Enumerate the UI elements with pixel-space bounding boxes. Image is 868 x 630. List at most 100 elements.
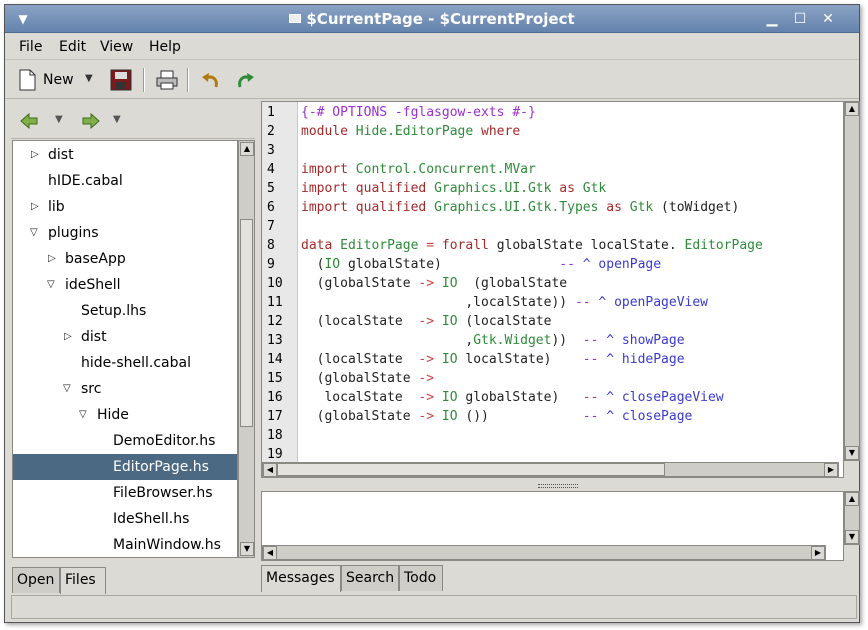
code-line: module Hide.EditorPage where xyxy=(301,124,521,139)
scroll-left-icon[interactable]: ◀ xyxy=(263,463,277,477)
print-button[interactable] xyxy=(155,67,179,93)
expander-expanded-icon[interactable]: ▽ xyxy=(79,402,87,428)
line-number: 8 xyxy=(267,238,275,253)
tree-item-mainwindow[interactable]: MainWindow.hs xyxy=(13,532,237,557)
menu-view[interactable]: View xyxy=(100,39,133,55)
undo-icon xyxy=(202,73,218,88)
code-line: import qualified Graphics.UI.Gtk.Types a… xyxy=(301,200,740,215)
menu-help[interactable]: Help xyxy=(149,39,181,55)
code-line: localState -> IO globalState) -- ^ close… xyxy=(301,390,724,405)
new-button[interactable]: New ▼ xyxy=(15,67,99,93)
tree-item-hide-cabal[interactable]: hIDE.cabal xyxy=(13,168,237,194)
menu-edit[interactable]: Edit xyxy=(59,39,86,55)
window-title: $CurrentPage - $CurrentProject xyxy=(5,10,859,28)
code-line: (localState -> IO localState) -- ^ hideP… xyxy=(301,352,685,367)
maximize-icon[interactable]: ☐ xyxy=(791,10,809,28)
expander-collapsed-icon[interactable]: ▷ xyxy=(31,142,39,168)
line-number: 9 xyxy=(267,257,275,272)
line-number: 11 xyxy=(267,295,283,310)
scroll-left-icon[interactable]: ◀ xyxy=(263,546,277,560)
code-line: data EditorPage = forall globalState loc… xyxy=(301,238,763,253)
tree-item-demoeditor[interactable]: DemoEditor.hs xyxy=(13,428,237,454)
code-line: (IO globalState) -- ^ openPage xyxy=(301,257,662,272)
line-number: 18 xyxy=(267,428,283,443)
tree-item-dist[interactable]: ▷ dist xyxy=(13,142,237,168)
expander-collapsed-icon[interactable]: ▷ xyxy=(31,194,39,220)
tab-messages[interactable]: Messages xyxy=(261,565,341,592)
tree-item-filebrowser[interactable]: FileBrowser.hs xyxy=(13,480,237,506)
line-number: 12 xyxy=(267,314,283,329)
bottom-tabs: Messages Search Todo xyxy=(261,565,561,592)
document-icon xyxy=(289,14,302,23)
tree-item-editorpage[interactable]: EditorPage.hs xyxy=(13,454,237,480)
scroll-down-icon[interactable]: ▼ xyxy=(845,446,859,460)
forward-dropdown-icon[interactable]: ▼ xyxy=(113,114,121,125)
line-number: 14 xyxy=(267,352,283,367)
code-line: import Control.Concurrent.MVar xyxy=(301,162,536,177)
tree-item-src[interactable]: ▽ src xyxy=(13,376,237,402)
pane-resize-handle[interactable] xyxy=(538,484,578,488)
redo-icon xyxy=(238,73,254,88)
scroll-thumb[interactable] xyxy=(240,219,253,427)
editor-horizontal-scrollbar[interactable]: ◀ ▶ xyxy=(262,462,839,477)
redo-button[interactable] xyxy=(233,67,257,93)
new-button-label: New xyxy=(43,72,74,88)
expander-expanded-icon[interactable]: ▽ xyxy=(47,272,55,298)
tree-item-hide-shell-cabal[interactable]: hide-shell.cabal xyxy=(13,350,237,376)
close-icon[interactable]: ✕ xyxy=(819,10,837,28)
line-number: 3 xyxy=(267,143,275,158)
messages-vertical-scrollbar[interactable]: ▲ ▼ xyxy=(844,491,860,545)
tree-item-baseapp[interactable]: ▷ baseApp xyxy=(13,246,237,272)
new-dropdown-arrow-icon[interactable]: ▼ xyxy=(85,73,93,84)
scroll-up-icon[interactable]: ▲ xyxy=(845,102,859,116)
code-line: {-# OPTIONS -fglasgow-exts #-} xyxy=(301,105,536,120)
scroll-up-icon[interactable]: ▲ xyxy=(845,492,859,506)
navigation-bar: ▼ ▼ xyxy=(11,101,255,139)
forward-arrow-icon[interactable] xyxy=(81,112,101,130)
toolbar-separator xyxy=(143,68,145,92)
line-number: 13 xyxy=(267,333,283,348)
tab-open[interactable]: Open xyxy=(12,567,60,593)
expander-collapsed-icon[interactable]: ▷ xyxy=(64,324,72,350)
menu-file[interactable]: File xyxy=(19,39,42,55)
code-line: ,localState)) -- ^ openPageView xyxy=(301,295,708,310)
title-bar[interactable]: ▼ $CurrentPage - $CurrentProject ▁ ☐ ✕ xyxy=(5,5,859,33)
scroll-down-icon[interactable]: ▼ xyxy=(845,530,859,544)
tree-item-lib[interactable]: ▷ lib xyxy=(13,194,237,220)
tree-item-plugins[interactable]: ▽ plugins xyxy=(13,220,237,246)
scroll-up-icon[interactable]: ▲ xyxy=(240,142,254,156)
tree-item-ideshell-hs[interactable]: IdeShell.hs xyxy=(13,506,237,532)
code-line: (globalState -> IO ()) -- ^ closePage xyxy=(301,409,693,424)
file-browser-pane: ▼ ▼ ▷ dist hIDE.cabal ▷ lib ▽ plugins ▷ base… xyxy=(11,101,255,594)
minimize-icon[interactable]: ▁ xyxy=(763,10,781,28)
tree-item-dist-2[interactable]: ▷ dist xyxy=(13,324,237,350)
file-tree: ▷ dist hIDE.cabal ▷ lib ▽ plugins ▷ baseApp … xyxy=(12,140,238,558)
tab-files[interactable]: Files xyxy=(60,567,106,594)
save-button[interactable] xyxy=(109,67,133,93)
editor-vertical-scrollbar[interactable]: ▲ ▼ xyxy=(844,101,860,461)
tree-vertical-scrollbar[interactable]: ▲ ▼ xyxy=(238,140,255,558)
line-number: 15 xyxy=(267,371,283,386)
undo-button[interactable] xyxy=(199,67,223,93)
tab-todo[interactable]: Todo xyxy=(399,565,443,591)
expander-collapsed-icon[interactable]: ▷ xyxy=(48,246,56,272)
back-arrow-icon[interactable] xyxy=(19,112,39,130)
line-number: 4 xyxy=(267,162,275,177)
tree-item-hide[interactable]: ▽ Hide xyxy=(13,402,237,428)
scroll-right-icon[interactable]: ▶ xyxy=(824,463,838,477)
tree-item-ideshell[interactable]: ▽ ideShell xyxy=(13,272,237,298)
code-editor[interactable]: 1 2 3 4 5 6 7 8 9 10 11 12 13 14 15 16 1… xyxy=(261,101,844,478)
messages-panel[interactable]: ◀ ▶ xyxy=(261,491,844,561)
scroll-right-icon[interactable]: ▶ xyxy=(811,546,825,560)
scroll-down-icon[interactable]: ▼ xyxy=(240,542,254,556)
expander-expanded-icon[interactable]: ▽ xyxy=(30,220,38,246)
messages-horizontal-scrollbar[interactable]: ◀ ▶ xyxy=(262,545,826,560)
back-dropdown-icon[interactable]: ▼ xyxy=(55,114,63,125)
line-number: 6 xyxy=(267,200,275,215)
tab-search[interactable]: Search xyxy=(341,565,399,591)
code-line: (globalState -> xyxy=(301,371,435,386)
expander-expanded-icon[interactable]: ▽ xyxy=(63,376,71,402)
tree-item-setup-lhs[interactable]: Setup.lhs xyxy=(13,298,237,324)
line-number: 2 xyxy=(267,124,275,139)
scroll-thumb[interactable] xyxy=(277,463,665,476)
